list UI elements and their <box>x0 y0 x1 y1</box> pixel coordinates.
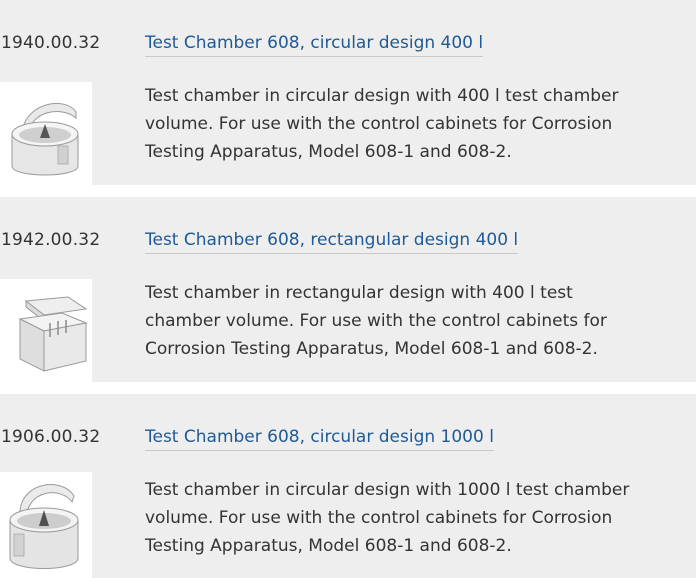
circular-test-chamber-icon <box>11 103 79 176</box>
product-item: 1906.00.32 Test Chamber 608, circular de… <box>0 394 696 578</box>
product-image[interactable] <box>0 472 92 578</box>
product-item: 1942.00.32 Test Chamber 608, rectangular… <box>0 197 696 388</box>
product-description: Test chamber in circular design with 100… <box>145 476 685 560</box>
product-image[interactable] <box>0 82 92 189</box>
product-title-link[interactable]: Test Chamber 608, circular design 1000 l <box>145 427 494 451</box>
product-code: 1942.00.32 <box>1 230 101 250</box>
description-line: volume. For use with the control cabinet… <box>145 114 613 134</box>
product-code: 1940.00.32 <box>1 33 101 53</box>
circular-test-chamber-icon <box>9 484 79 569</box>
description-line: Test chamber in circular design with 400… <box>145 86 619 106</box>
description-line: Corrosion Testing Apparatus, Model 608-1… <box>145 339 598 359</box>
product-title-link[interactable]: Test Chamber 608, circular design 400 l <box>145 33 484 57</box>
description-line: Test chamber in rectangular design with … <box>145 283 573 303</box>
separator <box>0 382 696 394</box>
description-line: Testing Apparatus, Model 608-1 and 608-2… <box>145 142 512 162</box>
product-list: 1940.00.32 Test Chamber 608, circular de… <box>0 0 696 578</box>
product-title-link[interactable]: Test Chamber 608, rectangular design 400… <box>145 230 519 254</box>
product-code: 1906.00.32 <box>1 427 101 447</box>
rectangular-test-chamber-icon <box>18 296 88 372</box>
product-description: Test chamber in rectangular design with … <box>145 279 685 363</box>
product-image[interactable] <box>0 279 92 388</box>
product-item: 1940.00.32 Test Chamber 608, circular de… <box>0 0 696 189</box>
description-line: chamber volume. For use with the control… <box>145 311 607 331</box>
product-description: Test chamber in circular design with 400… <box>145 82 685 166</box>
description-line: volume. For use with the control cabinet… <box>145 508 613 528</box>
description-line: Test chamber in circular design with 100… <box>145 480 630 500</box>
description-line: Testing Apparatus, Model 608-1 and 608-2… <box>145 536 512 556</box>
separator <box>0 185 696 197</box>
